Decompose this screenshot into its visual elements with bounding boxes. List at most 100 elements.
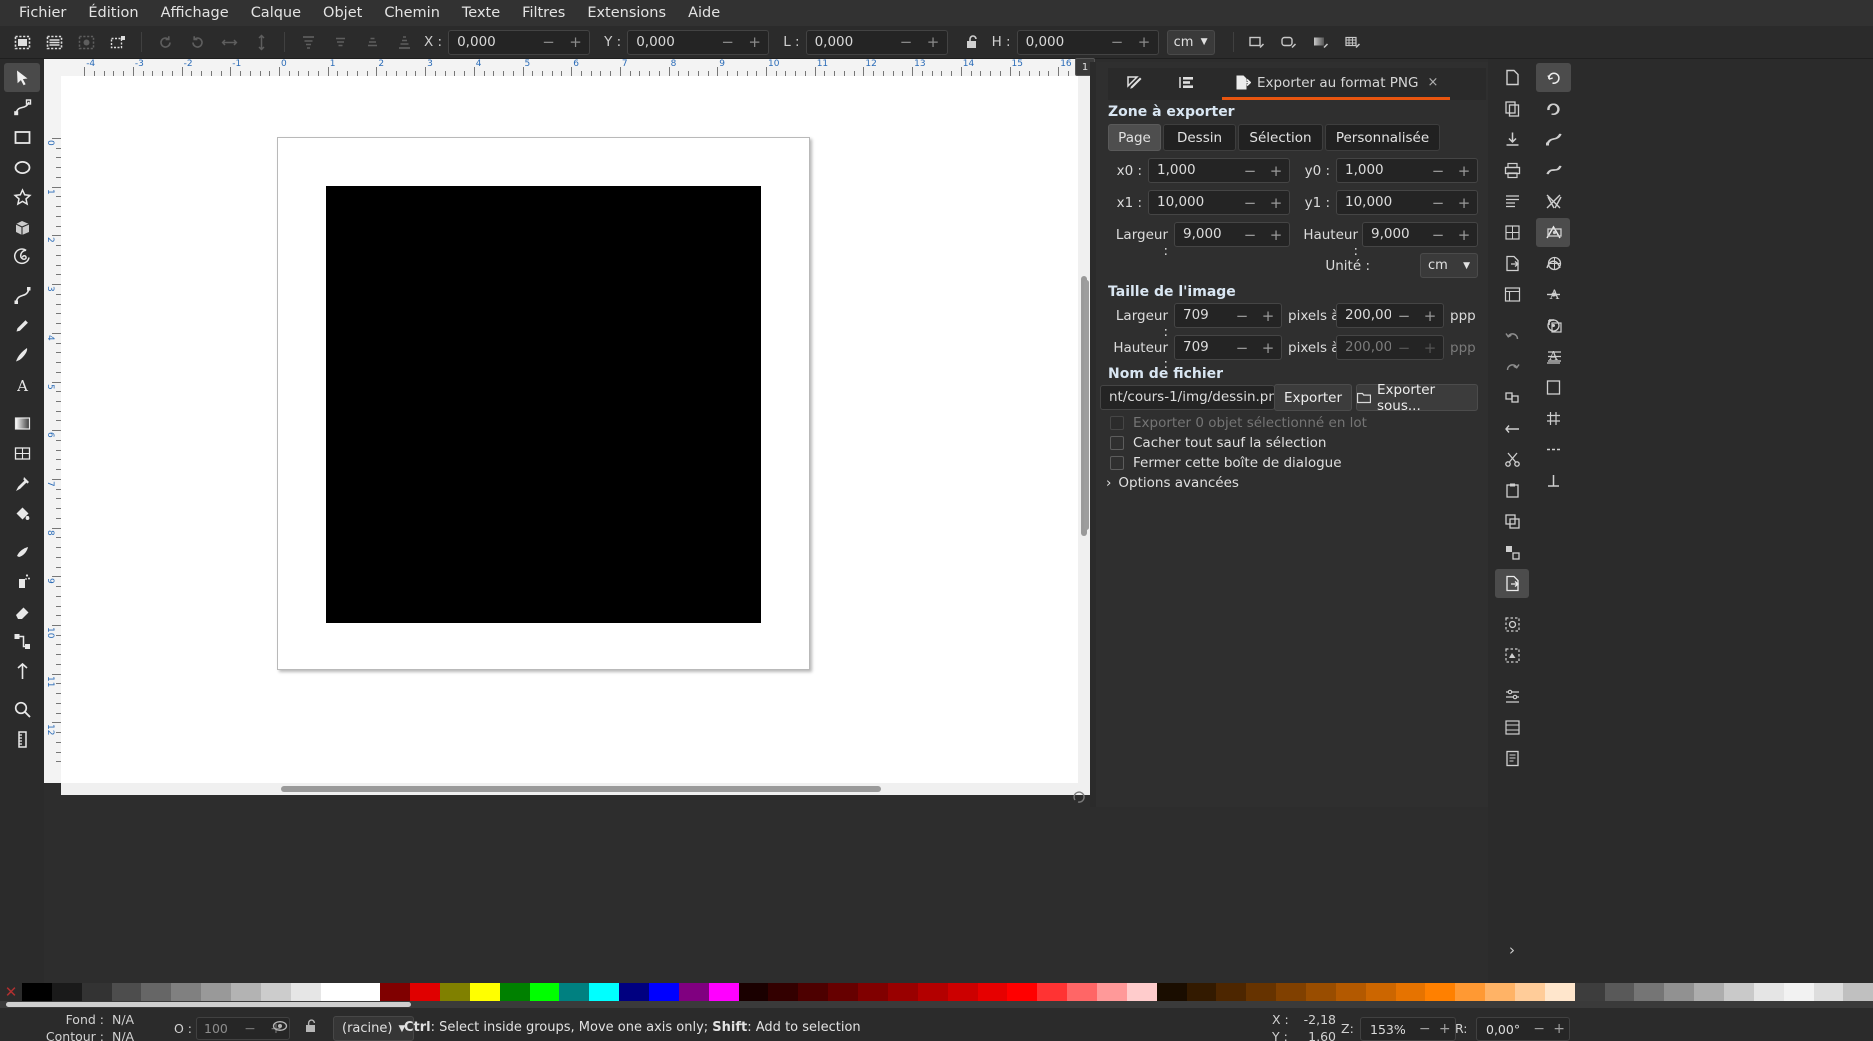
- select-all-layers-icon[interactable]: [40, 30, 68, 55]
- panel-scrollbar-thumb[interactable]: [1084, 280, 1089, 530]
- palette-swatch[interactable]: [380, 983, 410, 1001]
- tab-export-png[interactable]: Exporter au format PNG ×: [1222, 68, 1450, 100]
- x0-value[interactable]: 1,000: [1149, 159, 1237, 182]
- palette-swatch[interactable]: [798, 983, 828, 1001]
- raise-icon[interactable]: [326, 30, 354, 55]
- image-width-increment-button[interactable]: +: [1255, 304, 1281, 327]
- palette-swatch[interactable]: [1784, 983, 1814, 1001]
- area-width-spinner[interactable]: 9,000 − +: [1174, 222, 1290, 247]
- tool-eraser[interactable]: [4, 597, 40, 626]
- y0-decrement-button[interactable]: −: [1425, 159, 1451, 182]
- palette-swatch[interactable]: [1724, 983, 1754, 1001]
- panel-expand-icon[interactable]: ›: [1495, 935, 1529, 964]
- area-height-spinner[interactable]: 9,000 − +: [1362, 222, 1478, 247]
- opacity-value[interactable]: 100: [197, 1021, 237, 1036]
- zoom-decrement-button[interactable]: −: [1415, 1021, 1435, 1037]
- close-icon[interactable]: ×: [1428, 75, 1439, 90]
- palette-swatch[interactable]: [261, 983, 291, 1001]
- palette-swatch[interactable]: [530, 983, 560, 1001]
- canvas-rotate-lock-icon[interactable]: [1073, 790, 1086, 803]
- area-width-increment-button[interactable]: +: [1263, 223, 1289, 246]
- deselect-icon[interactable]: [72, 30, 100, 55]
- tool-star[interactable]: [4, 183, 40, 212]
- export-active-icon[interactable]: [1495, 569, 1529, 598]
- x0-spinner[interactable]: 1,000 − +: [1148, 158, 1290, 183]
- menu-item-extensions[interactable]: Extensions: [576, 2, 677, 24]
- palette-scrollbar[interactable]: [0, 1001, 1873, 1008]
- xml-editor-icon[interactable]: [1495, 280, 1529, 309]
- snap-text-anchor-icon[interactable]: A: [1537, 280, 1571, 309]
- export-as-button[interactable]: Exporter sous...: [1356, 384, 1478, 411]
- menu-item-calque[interactable]: Calque: [240, 2, 312, 24]
- y-decrement-button[interactable]: −: [714, 31, 741, 54]
- palette-swatch[interactable]: [1097, 983, 1127, 1001]
- raise-to-top-icon[interactable]: [294, 30, 322, 55]
- tool-dropper[interactable]: [4, 469, 40, 498]
- palette-swatch[interactable]: [112, 983, 142, 1001]
- layers-dock-icon[interactable]: [1495, 713, 1529, 742]
- palette-swatch[interactable]: [1157, 983, 1187, 1001]
- y0-value[interactable]: 1,000: [1337, 159, 1425, 182]
- vertical-ruler[interactable]: 0123456789101112: [44, 76, 61, 783]
- rotate-value[interactable]: 0,00°: [1477, 1022, 1529, 1037]
- menu-item-aide[interactable]: Aide: [677, 2, 731, 24]
- tab-objects[interactable]: [1160, 68, 1212, 100]
- menu-item-filtres[interactable]: Filtres: [511, 2, 576, 24]
- tool-spray[interactable]: [4, 567, 40, 596]
- tool-gradient[interactable]: [4, 409, 40, 438]
- palette-swatch[interactable]: [768, 983, 798, 1001]
- tool-ellipse[interactable]: [4, 153, 40, 182]
- palette-swatch[interactable]: [410, 983, 440, 1001]
- redo-icon[interactable]: [1495, 352, 1529, 381]
- height-spinner[interactable]: 0,000 − +: [1017, 30, 1159, 55]
- palette-swatch[interactable]: [679, 983, 709, 1001]
- fill-value[interactable]: N/A: [112, 1012, 134, 1027]
- tool-rectangle[interactable]: [4, 123, 40, 152]
- palette-swatch[interactable]: [888, 983, 918, 1001]
- rotate-ccw-icon[interactable]: [151, 30, 179, 55]
- y1-increment-button[interactable]: +: [1451, 191, 1477, 214]
- palette-swatch[interactable]: [440, 983, 470, 1001]
- color-palette[interactable]: ✕: [0, 983, 1873, 1001]
- height-value[interactable]: 0,000: [1018, 31, 1104, 54]
- lower-icon[interactable]: [358, 30, 386, 55]
- close-dialog-checkbox-row[interactable]: Fermer cette boîte de dialogue: [1110, 455, 1342, 471]
- palette-swatch[interactable]: [1396, 983, 1426, 1001]
- x-value[interactable]: 0,000: [449, 31, 535, 54]
- affect-patterns-icon[interactable]: [1339, 30, 1367, 55]
- canvas[interactable]: [61, 76, 1090, 783]
- affect-corners-icon[interactable]: [1275, 30, 1303, 55]
- tool-calligraphy[interactable]: [4, 341, 40, 370]
- image-height-increment-button[interactable]: +: [1255, 336, 1281, 359]
- image-width-value[interactable]: 709: [1175, 304, 1229, 327]
- image-width-decrement-button[interactable]: −: [1229, 304, 1255, 327]
- palette-swatch[interactable]: [1067, 983, 1097, 1001]
- zoom-value[interactable]: 153%: [1361, 1022, 1415, 1037]
- snap-grid-lines-icon[interactable]: [1537, 342, 1571, 371]
- area-height-value[interactable]: 9,000: [1363, 223, 1425, 246]
- export-dock-icon[interactable]: [1495, 249, 1529, 278]
- snap-rotation-center-icon[interactable]: [1537, 156, 1571, 185]
- select-all-icon[interactable]: [8, 30, 36, 55]
- x0-decrement-button[interactable]: −: [1237, 159, 1263, 182]
- tool-lpe[interactable]: [4, 657, 40, 686]
- import-icon[interactable]: [1495, 125, 1529, 154]
- palette-swatch[interactable]: [1366, 983, 1396, 1001]
- print-icon[interactable]: [1495, 156, 1529, 185]
- palette-swatch[interactable]: [1187, 983, 1217, 1001]
- dpi-width-decrement-button[interactable]: −: [1391, 304, 1417, 327]
- tool-measure[interactable]: [4, 725, 40, 754]
- menu-item-affichage[interactable]: Affichage: [150, 2, 240, 24]
- tool-node-editor[interactable]: [4, 93, 40, 122]
- menu-item-objet[interactable]: Objet: [312, 2, 373, 24]
- palette-swatch[interactable]: [231, 983, 261, 1001]
- black-rectangle-object[interactable]: [326, 186, 761, 623]
- y-increment-button[interactable]: +: [741, 31, 768, 54]
- close-dialog-checkbox[interactable]: [1110, 456, 1124, 470]
- palette-swatch[interactable]: [1694, 983, 1724, 1001]
- y1-decrement-button[interactable]: −: [1425, 191, 1451, 214]
- snap-global-toggle-icon[interactable]: [1537, 63, 1571, 92]
- palette-swatch[interactable]: [1485, 983, 1515, 1001]
- menu-item-chemin[interactable]: Chemin: [373, 2, 451, 24]
- palette-swatch[interactable]: [948, 983, 978, 1001]
